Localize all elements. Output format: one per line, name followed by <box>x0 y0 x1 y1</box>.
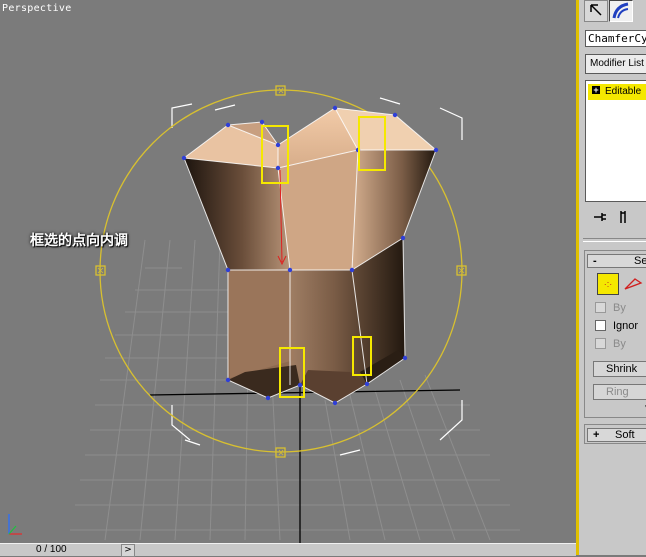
vertex-subobject-button[interactable]: ·:· <box>597 273 619 295</box>
ignore-backfacing-checkbox[interactable] <box>595 320 606 331</box>
divider <box>583 238 646 242</box>
soft-selection-rollout: + Soft <box>584 424 646 444</box>
axis-tripod-icon <box>8 514 22 535</box>
stack-toolbar <box>585 208 646 226</box>
stack-item-label: Editable <box>605 86 642 97</box>
time-slider[interactable]: 0 / 100 > <box>0 543 576 557</box>
modify-tab-icon <box>612 2 629 19</box>
create-tab-icon <box>590 4 602 16</box>
ring-button[interactable]: Ring <box>593 384 646 400</box>
modifier-stack[interactable]: + Editable <box>585 80 646 202</box>
ignore-backfacing-option[interactable]: Ignor <box>595 319 646 333</box>
scene <box>70 85 520 543</box>
by-vertex-checkbox[interactable] <box>595 302 606 313</box>
rollout-expand-icon: + <box>593 429 600 441</box>
perspective-viewport[interactable]: Perspective 框选的点向内调 <box>0 0 578 543</box>
next-frame-button[interactable]: > <box>121 544 135 557</box>
pin-stack-icon[interactable] <box>591 208 609 226</box>
soft-selection-rollout-header[interactable]: + Soft <box>587 428 646 442</box>
frame-counter: 0 / 100 <box>36 544 67 555</box>
rollout-title: Se <box>634 255 646 267</box>
modifier-list-dropdown[interactable]: Modifier List <box>585 54 646 74</box>
editable-mesh <box>181 105 439 406</box>
selection-rollout-header[interactable]: - Se <box>587 254 646 268</box>
modify-tab[interactable] <box>609 0 633 22</box>
selection-rollout: - Se ·:· By Ignor By Shrink Ring <box>584 250 646 418</box>
rollout-collapse-icon: - <box>593 255 597 267</box>
command-panel: ChamferCyl Modifier List + Editable - Se … <box>579 0 646 555</box>
annotation-text: 框选的点向内调 <box>30 233 128 249</box>
object-name-field[interactable]: ChamferCyl <box>585 30 646 47</box>
command-panel-tabs <box>584 0 646 24</box>
show-end-result-icon[interactable] <box>615 208 633 226</box>
edge-subobject-icon[interactable] <box>623 277 643 291</box>
stack-expand-icon[interactable]: + <box>592 86 600 95</box>
by-angle-option[interactable]: By <box>595 337 646 351</box>
stack-item-editable[interactable]: + Editable <box>588 84 646 100</box>
by-vertex-option[interactable]: By <box>595 301 646 315</box>
shrink-button[interactable]: Shrink <box>593 361 646 377</box>
rollout-title: Soft <box>615 429 635 441</box>
by-angle-label: By <box>613 338 626 350</box>
ignore-backfacing-label: Ignor <box>613 320 639 332</box>
by-vertex-label: By <box>613 302 626 314</box>
create-tab[interactable] <box>584 0 608 22</box>
by-angle-checkbox[interactable] <box>595 338 606 349</box>
